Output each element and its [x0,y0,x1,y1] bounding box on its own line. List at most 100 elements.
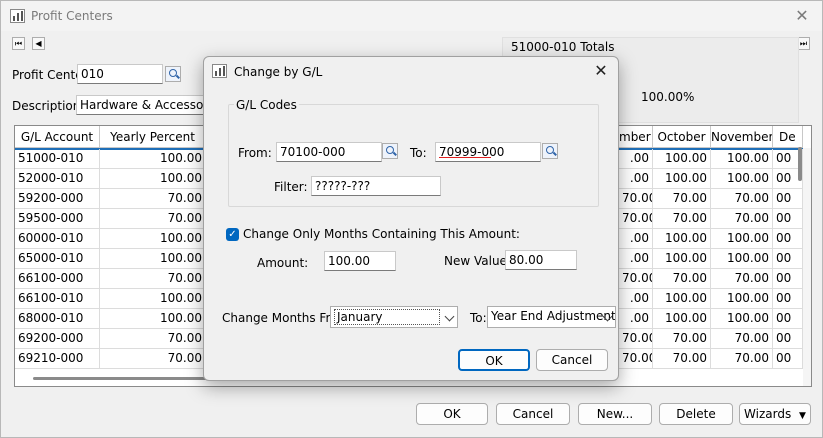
cell-october[interactable]: 100.00 [653,309,711,329]
cell-november[interactable]: 100.00 [711,149,773,169]
cell-november[interactable]: 100.00 [711,289,773,309]
cell-gl-account[interactable]: 68000-010 [15,309,100,329]
cell-september[interactable]: .00 [619,149,653,169]
delete-button[interactable]: Delete [659,403,733,425]
cell-september[interactable]: 70.00 [619,269,653,289]
cell-gl-account[interactable]: 65000-010 [15,249,100,269]
new-value-input[interactable]: 80.00 [505,250,577,270]
cell-gl-account[interactable]: 69210-000 [15,349,100,369]
cell-october[interactable]: 70.00 [653,349,711,369]
cell-december[interactable]: 00 [773,349,803,369]
cell-november[interactable]: 100.00 [711,309,773,329]
cell-september[interactable]: 70.00 [619,209,653,229]
cell-october[interactable]: 100.00 [653,149,711,169]
cell-october[interactable]: 100.00 [653,229,711,249]
vertical-scrollbar[interactable] [803,148,811,386]
cell-yearly-percent[interactable]: 70.00 [100,189,206,209]
cell-november[interactable]: 70.00 [711,329,773,349]
cell-october[interactable]: 70.00 [653,329,711,349]
cell-october[interactable]: 100.00 [653,249,711,269]
close-icon[interactable]: ✕ [791,5,813,27]
cell-yearly-percent[interactable]: 70.00 [100,329,206,349]
first-record-icon[interactable]: ⏮ [12,37,25,50]
cell-november[interactable]: 70.00 [711,269,773,289]
title-bar: Profit Centers ✕ [1,1,822,31]
cell-november[interactable]: 70.00 [711,189,773,209]
cell-november[interactable]: 100.00 [711,249,773,269]
cell-december[interactable]: 00 [773,189,803,209]
cell-december[interactable]: 00 [773,309,803,329]
cell-november[interactable]: 100.00 [711,169,773,189]
profit-center-search-icon[interactable] [165,66,181,82]
cell-october[interactable]: 70.00 [653,189,711,209]
cell-december[interactable]: 00 [773,209,803,229]
cell-october[interactable]: 70.00 [653,269,711,289]
from-gl-input[interactable]: 70100-000 [276,142,382,162]
cell-gl-account[interactable]: 60000-010 [15,229,100,249]
description-label: Description: [12,99,85,113]
col-header-gl-account[interactable]: G/L Account [15,126,100,148]
from-search-icon[interactable] [382,143,398,159]
cell-gl-account[interactable]: 66100-010 [15,289,100,309]
new-button[interactable]: New... [578,403,652,425]
cell-november[interactable]: 70.00 [711,209,773,229]
dialog-ok-button[interactable]: OK [458,349,530,371]
cell-october[interactable]: 100.00 [653,169,711,189]
cell-october[interactable]: 70.00 [653,209,711,229]
cell-september[interactable]: .00 [619,309,653,329]
cell-september[interactable]: .00 [619,169,653,189]
cell-november[interactable]: 70.00 [711,349,773,369]
cell-yearly-percent[interactable]: 100.00 [100,149,206,169]
cell-september[interactable]: .00 [619,289,653,309]
dialog-close-icon[interactable]: ✕ [590,60,612,82]
cell-gl-account[interactable]: 52000-010 [15,169,100,189]
col-header-november[interactable]: November [711,126,773,148]
filter-label: Filter: [274,180,308,194]
cell-december[interactable]: 00 [773,329,803,349]
col-header-october[interactable]: October [653,126,711,148]
cell-yearly-percent[interactable]: 100.00 [100,229,206,249]
cell-november[interactable]: 100.00 [711,229,773,249]
description-input[interactable]: Hardware & Accessories [76,95,204,115]
amount-input[interactable]: 100.00 [324,251,396,271]
cell-yearly-percent[interactable]: 70.00 [100,269,206,289]
cell-december[interactable]: 00 [773,269,803,289]
dialog-cancel-button[interactable]: Cancel [536,349,608,371]
cell-yearly-percent[interactable]: 100.00 [100,249,206,269]
vertical-scroll-thumb[interactable] [798,147,802,181]
cell-december[interactable]: 00 [773,249,803,269]
months-to-select[interactable]: Year End Adjustments [487,306,616,328]
prev-record-icon[interactable]: ◀ [32,37,45,50]
cell-september[interactable]: .00 [619,249,653,269]
filter-input[interactable]: ?????-??? [311,176,441,196]
cell-yearly-percent[interactable]: 100.00 [100,309,206,329]
cell-yearly-percent[interactable]: 100.00 [100,289,206,309]
cell-gl-account[interactable]: 59500-000 [15,209,100,229]
col-header-september[interactable]: mber [619,126,653,148]
cell-gl-account[interactable]: 51000-010 [15,149,100,169]
horizontal-scroll-thumb[interactable] [33,377,209,380]
cell-september[interactable]: 70.00 [619,189,653,209]
profit-center-input[interactable]: 010 [77,64,163,84]
ok-button[interactable]: OK [416,403,488,425]
cell-gl-account[interactable]: 69200-000 [15,329,100,349]
cell-yearly-percent[interactable]: 70.00 [100,209,206,229]
to-search-icon[interactable] [542,143,558,159]
cell-december[interactable]: 00 [773,229,803,249]
to-gl-input[interactable]: 70999-000 [435,142,541,162]
cell-yearly-percent[interactable]: 70.00 [100,349,206,369]
cell-yearly-percent[interactable]: 100.00 [100,169,206,189]
cell-gl-account[interactable]: 66100-000 [15,269,100,289]
col-header-yearly-percent[interactable]: Yearly Percent [100,126,206,148]
cell-gl-account[interactable]: 59200-000 [15,189,100,209]
cell-december[interactable]: 00 [773,289,803,309]
cell-september[interactable]: 70.00 [619,329,653,349]
change-only-checkbox[interactable]: ✓ [226,228,239,241]
cell-september[interactable]: 70.00 [619,349,653,369]
col-header-december[interactable]: De [773,126,803,148]
months-from-select[interactable]: January [330,306,458,328]
cell-october[interactable]: 100.00 [653,289,711,309]
cell-september[interactable]: .00 [619,229,653,249]
cancel-button[interactable]: Cancel [496,403,570,425]
wizards-button[interactable]: Wizards ▼ [739,403,811,425]
